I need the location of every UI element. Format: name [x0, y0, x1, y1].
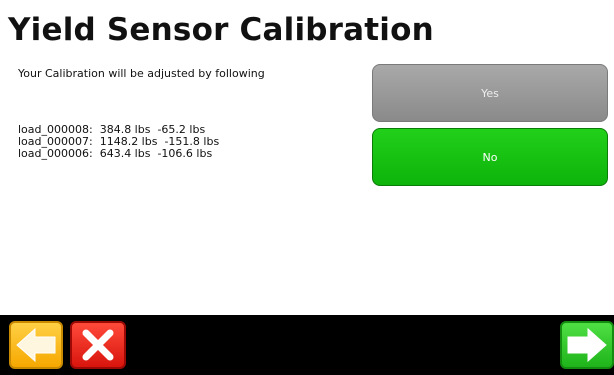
no-button[interactable]: No: [372, 128, 608, 186]
left-arrow-icon: [16, 327, 56, 363]
right-arrow-icon: [567, 327, 607, 363]
no-button-label: No: [482, 150, 498, 164]
adjustment-row: load_000006: 643.4 lbs -106.6 lbs: [18, 147, 213, 160]
yes-button[interactable]: Yes: [372, 64, 608, 122]
calibration-message: Your Calibration will be adjusted by fol…: [18, 67, 265, 80]
adjustment-list: load_000008: 384.8 lbs -65.2 lbs load_00…: [18, 124, 358, 160]
page-title: Yield Sensor Calibration: [8, 12, 434, 48]
close-x-icon: [82, 329, 114, 361]
yes-button-label: Yes: [481, 86, 499, 100]
back-button[interactable]: [9, 321, 63, 369]
next-button[interactable]: [560, 321, 614, 369]
cancel-button[interactable]: [70, 321, 126, 369]
